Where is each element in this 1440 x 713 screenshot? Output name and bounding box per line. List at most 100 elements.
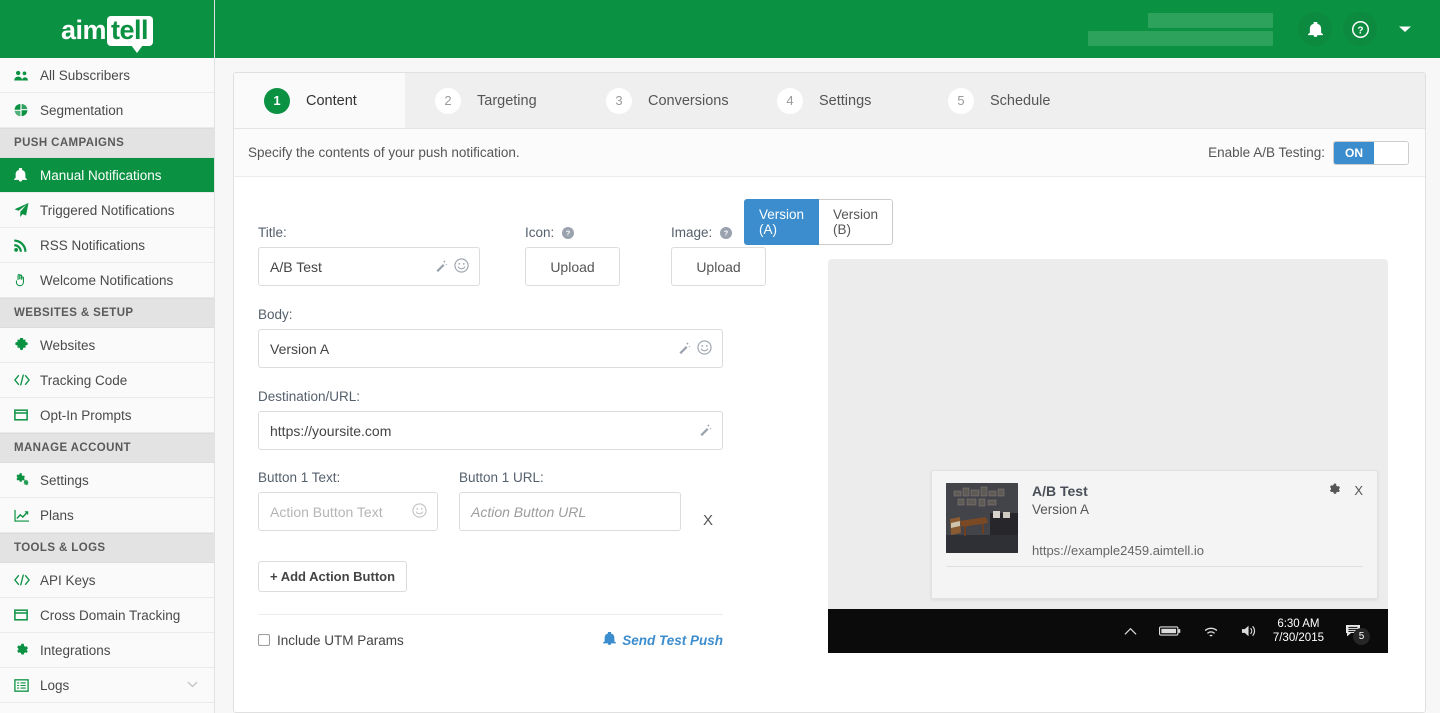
sidebar-item-tracking-code[interactable]: Tracking Code bbox=[0, 363, 214, 398]
sidebar-item-label: Settings bbox=[40, 473, 89, 488]
step-label: Conversions bbox=[648, 93, 729, 109]
sidebar-section-label: TOOLS & LOGS bbox=[14, 542, 105, 554]
form-footer: Include UTM Params Send Test Push bbox=[258, 632, 723, 648]
magic-wand-icon[interactable] bbox=[699, 423, 712, 439]
battery-icon[interactable] bbox=[1159, 625, 1181, 637]
chevron-down-icon[interactable] bbox=[187, 680, 198, 691]
toast-close-button[interactable]: X bbox=[1354, 483, 1363, 498]
toast-divider bbox=[946, 566, 1363, 588]
list-alt-icon bbox=[14, 679, 40, 692]
icon-label: Icon: ? bbox=[525, 225, 647, 240]
smiley-icon[interactable] bbox=[454, 258, 469, 276]
question-circle-icon: ? bbox=[562, 227, 574, 239]
question-circle-icon: ? bbox=[720, 227, 732, 239]
ab-testing-toggle[interactable]: ON bbox=[1333, 141, 1409, 165]
code-icon bbox=[14, 374, 40, 386]
sidebar-item-label: Welcome Notifications bbox=[40, 273, 173, 288]
smiley-icon[interactable] bbox=[697, 340, 712, 358]
sidebar-item-plans[interactable]: Plans bbox=[0, 498, 214, 533]
users-icon bbox=[14, 69, 40, 82]
sidebar-item-rss-notifications[interactable]: RSS Notifications bbox=[0, 228, 214, 263]
gear-icon bbox=[14, 643, 40, 657]
toast-url: https://example2459.aimtell.io bbox=[1032, 543, 1327, 558]
include-utm-label: Include UTM Params bbox=[277, 633, 404, 648]
remove-action-button[interactable]: X bbox=[697, 501, 719, 540]
step-number: 1 bbox=[264, 88, 290, 114]
sidebar-item-welcome-notifications[interactable]: Welcome Notifications bbox=[0, 263, 214, 298]
taskbar-date: 7/30/2015 bbox=[1273, 631, 1324, 645]
puzzle-piece-icon bbox=[14, 338, 40, 352]
preview-pane: A/B Test Version A https://example2459.a… bbox=[828, 177, 1425, 712]
gear-icon[interactable] bbox=[1327, 483, 1340, 499]
notifications-button[interactable] bbox=[1298, 12, 1332, 46]
sidebar-section-label: MANAGE ACCOUNT bbox=[14, 442, 131, 454]
redacted-line-2 bbox=[1088, 31, 1273, 46]
code-icon bbox=[14, 574, 40, 586]
destination-url-input[interactable]: https://yoursite.com bbox=[258, 411, 723, 450]
step-number: 4 bbox=[777, 88, 803, 114]
logo-speech-bubble: tell bbox=[107, 16, 153, 46]
content-body: Version (A) Version (B) Title: A/B Test bbox=[234, 177, 1425, 712]
sidebar-item-label: Logs bbox=[40, 678, 69, 693]
sidebar-item-logs[interactable]: Logs bbox=[0, 668, 214, 703]
icon-upload-button[interactable]: Upload bbox=[525, 247, 620, 286]
step-tab-conversions[interactable]: 3 Conversions bbox=[576, 73, 747, 128]
sidebar-item-all-subscribers[interactable]: All Subscribers bbox=[0, 58, 214, 93]
step-number: 3 bbox=[606, 88, 632, 114]
step-tab-content[interactable]: 1Content bbox=[234, 73, 405, 128]
button1-text-placeholder: Action Button Text bbox=[270, 504, 406, 520]
sidebar-item-integrations[interactable]: Integrations bbox=[0, 633, 214, 668]
button1-text-input[interactable]: Action Button Text bbox=[258, 492, 438, 531]
sidebar-item-triggered-notifications[interactable]: Triggered Notifications bbox=[0, 193, 214, 228]
title-icon-image-row: Title: A/B Test bbox=[258, 225, 828, 286]
button1-url-input[interactable]: Action Button URL bbox=[459, 492, 681, 531]
app-root: aim tell All SubscribersSegmentationPUSH… bbox=[0, 0, 1440, 713]
add-action-button[interactable]: + Add Action Button bbox=[258, 561, 407, 592]
tab-version-b[interactable]: Version (B) bbox=[819, 199, 893, 245]
button1-text-label: Button 1 Text: bbox=[258, 470, 438, 485]
sidebar-nav: All SubscribersSegmentationPUSH CAMPAIGN… bbox=[0, 58, 214, 703]
form-divider bbox=[258, 614, 723, 615]
send-test-push-link[interactable]: Send Test Push bbox=[603, 632, 723, 648]
wifi-icon[interactable] bbox=[1203, 625, 1219, 638]
sidebar-item-opt-in-prompts[interactable]: Opt-In Prompts bbox=[0, 398, 214, 433]
chevron-up-icon[interactable] bbox=[1124, 627, 1137, 636]
redacted-line-1 bbox=[1148, 13, 1273, 28]
account-dropdown-button[interactable] bbox=[1388, 12, 1422, 46]
action-center-icon[interactable]: 5 bbox=[1345, 624, 1363, 639]
sidebar-item-manual-notifications[interactable]: Manual Notifications bbox=[0, 158, 214, 193]
notification-preview-toast: A/B Test Version A https://example2459.a… bbox=[931, 470, 1378, 599]
step-label: Targeting bbox=[477, 93, 537, 109]
sidebar-section-header: PUSH CAMPAIGNS bbox=[0, 128, 214, 158]
body-input[interactable]: Version A bbox=[258, 329, 723, 368]
step-label: Settings bbox=[819, 93, 871, 109]
action-button-row: Button 1 Text: Action Button Text Button… bbox=[258, 470, 828, 540]
title-input[interactable]: A/B Test bbox=[258, 247, 480, 286]
step-tab-targeting[interactable]: 2Targeting bbox=[405, 73, 576, 128]
taskbar-clock[interactable]: 6:30 AM 7/30/2015 bbox=[1273, 617, 1324, 645]
step-tab-settings[interactable]: 4 Settings bbox=[747, 73, 918, 128]
destination-label: Destination/URL: bbox=[258, 389, 828, 404]
sidebar-item-websites[interactable]: Websites bbox=[0, 328, 214, 363]
sidebar-item-api-keys[interactable]: API Keys bbox=[0, 563, 214, 598]
send-test-push-label: Send Test Push bbox=[622, 633, 723, 648]
step-tab-schedule[interactable]: 5Schedule bbox=[918, 73, 1089, 128]
image-upload-button[interactable]: Upload bbox=[671, 247, 766, 286]
sidebar-item-settings[interactable]: Settings bbox=[0, 463, 214, 498]
smiley-icon[interactable] bbox=[412, 503, 427, 521]
magic-wand-icon[interactable] bbox=[435, 259, 448, 275]
sidebar-item-segmentation[interactable]: Segmentation bbox=[0, 93, 214, 128]
include-utm-checkbox[interactable] bbox=[258, 634, 270, 646]
add-action-button-wrap: + Add Action Button bbox=[258, 561, 828, 592]
desktop-mockup: A/B Test Version A https://example2459.a… bbox=[828, 259, 1388, 653]
sidebar-item-label: Integrations bbox=[40, 643, 111, 658]
logo-area[interactable]: aim tell bbox=[0, 0, 214, 58]
volume-icon[interactable] bbox=[1241, 624, 1258, 638]
help-button[interactable]: ? bbox=[1343, 12, 1377, 46]
tab-version-a[interactable]: Version (A) bbox=[744, 199, 819, 245]
sidebar-item-cross-domain-tracking[interactable]: Cross Domain Tracking bbox=[0, 598, 214, 633]
question-circle-icon: ? bbox=[1352, 21, 1369, 38]
bell-icon bbox=[1308, 22, 1323, 37]
toggle-knob bbox=[1374, 142, 1408, 164]
magic-wand-icon[interactable] bbox=[678, 341, 691, 357]
